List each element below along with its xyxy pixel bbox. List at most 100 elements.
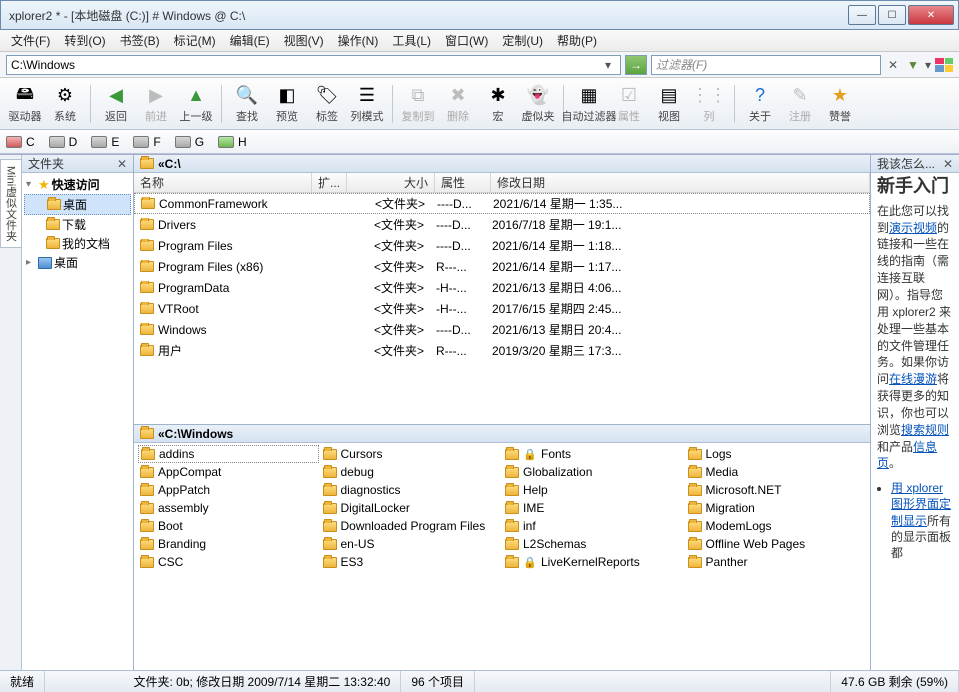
toolbar-标签[interactable]: 🏷标签 xyxy=(308,81,346,127)
menu-1[interactable]: 转到(O) xyxy=(57,30,112,51)
grid-item[interactable]: Boot xyxy=(138,517,319,535)
grid-item[interactable]: Panther xyxy=(686,553,867,571)
grid-item[interactable]: Cursors xyxy=(321,445,502,463)
help-close-icon[interactable]: ✕ xyxy=(943,157,953,171)
toolbar-上一级[interactable]: ▲上一级 xyxy=(177,81,215,127)
toolbar-赞誉[interactable]: ★赞誉 xyxy=(821,81,859,127)
grid-item[interactable]: inf xyxy=(503,517,684,535)
close-button[interactable]: ✕ xyxy=(908,5,954,25)
menu-5[interactable]: 视图(V) xyxy=(277,30,331,51)
grid-item[interactable]: AppPatch xyxy=(138,481,319,499)
tree-item-downloads[interactable]: 下载 xyxy=(24,215,131,234)
menu-10[interactable]: 帮助(P) xyxy=(550,30,604,51)
tree-desktop-root[interactable]: ▸ 桌面 xyxy=(24,253,131,272)
grid-item[interactable]: assembly xyxy=(138,499,319,517)
list-row[interactable]: 用户<文件夹>R---...2019/3/20 星期三 17:3... xyxy=(134,340,870,361)
address-input[interactable]: C:\Windows ▾ xyxy=(6,55,621,75)
grid-item[interactable]: 🔒LiveKernelReports xyxy=(503,553,684,571)
grid-item[interactable]: ES3 xyxy=(321,553,502,571)
grid-item[interactable]: Globalization xyxy=(503,463,684,481)
col-ext[interactable]: 扩... xyxy=(312,173,347,192)
toolbar-查找[interactable]: 🔍查找 xyxy=(228,81,266,127)
twister-icon[interactable]: ▾ xyxy=(26,179,36,190)
toolbar-返回[interactable]: ◀返回 xyxy=(97,81,135,127)
grid-item[interactable]: en-US xyxy=(321,535,502,553)
toolbar-视图[interactable]: ▤视图 xyxy=(650,81,688,127)
toolbar-列模式[interactable]: ☰列模式 xyxy=(348,81,386,127)
list-row[interactable]: Drivers<文件夹>----D...2016/7/18 星期一 19:1..… xyxy=(134,214,870,235)
toolbar-预览[interactable]: ◧预览 xyxy=(268,81,306,127)
minimize-button[interactable]: — xyxy=(848,5,876,25)
drive-E[interactable]: E xyxy=(91,135,119,149)
color-swatch-icon[interactable] xyxy=(935,58,953,72)
clear-filter-icon[interactable]: ✕ xyxy=(885,57,901,73)
grid-item[interactable]: Branding xyxy=(138,535,319,553)
funnel-dropdown-icon[interactable]: ▾ xyxy=(925,58,931,72)
toolbar-虚似夹[interactable]: 👻虚似夹 xyxy=(519,81,557,127)
toolbar-自动过滤器[interactable]: ▦自动过滤器 xyxy=(570,81,608,127)
desktop-icon xyxy=(38,257,52,269)
grid-item[interactable]: AppCompat xyxy=(138,463,319,481)
grid-item[interactable]: Help xyxy=(503,481,684,499)
grid-item[interactable]: Logs xyxy=(686,445,867,463)
list-row[interactable]: Program Files<文件夹>----D...2021/6/14 星期一 … xyxy=(134,235,870,256)
funnel-icon[interactable]: ▼ xyxy=(905,58,921,72)
toolbar-宏[interactable]: ✱宏 xyxy=(479,81,517,127)
grid-item[interactable]: CSC xyxy=(138,553,319,571)
drive-H[interactable]: H xyxy=(218,135,247,149)
menu-0[interactable]: 文件(F) xyxy=(4,30,57,51)
help-link-demo[interactable]: 演示视频 xyxy=(889,221,937,235)
grid-item[interactable]: Offline Web Pages xyxy=(686,535,867,553)
tree-quick-access[interactable]: ▾ ★ 快速访问 xyxy=(24,175,131,194)
grid-item[interactable]: diagnostics xyxy=(321,481,502,499)
upper-list-body[interactable]: CommonFramework<文件夹>----D...2021/6/14 星期… xyxy=(134,193,870,424)
menu-7[interactable]: 工具(L) xyxy=(385,30,438,51)
twister-icon[interactable]: ▸ xyxy=(26,257,36,268)
col-attr[interactable]: 属性 xyxy=(435,173,491,192)
maximize-button[interactable]: ☐ xyxy=(878,5,906,25)
list-row[interactable]: Program Files (x86)<文件夹>R---...2021/6/14… xyxy=(134,256,870,277)
list-row[interactable]: CommonFramework<文件夹>----D...2021/6/14 星期… xyxy=(134,193,870,214)
col-size[interactable]: 大小 xyxy=(347,173,435,192)
drive-F[interactable]: F xyxy=(133,135,160,149)
drive-G[interactable]: G xyxy=(175,135,204,149)
address-dropdown-icon[interactable]: ▾ xyxy=(600,58,616,72)
grid-item[interactable]: Media xyxy=(686,463,867,481)
grid-item[interactable]: debug xyxy=(321,463,502,481)
col-name[interactable]: 名称 xyxy=(134,173,312,192)
tree-item-desktop[interactable]: 桌面 xyxy=(24,194,131,215)
menu-4[interactable]: 编辑(E) xyxy=(223,30,277,51)
menu-6[interactable]: 操作(N) xyxy=(331,30,386,51)
menu-3[interactable]: 标记(M) xyxy=(167,30,223,51)
help-link-tour[interactable]: 在线漫游 xyxy=(889,372,937,386)
grid-item[interactable]: Microsoft.NET xyxy=(686,481,867,499)
toolbar-系统[interactable]: ⚙系统 xyxy=(46,81,84,127)
toolbar-关于[interactable]: ?关于 xyxy=(741,81,779,127)
menu-8[interactable]: 窗口(W) xyxy=(438,30,495,51)
tree-close-icon[interactable]: ✕ xyxy=(117,157,127,171)
grid-item[interactable]: addins xyxy=(138,445,319,463)
lower-grid-body[interactable]: addinsAppCompatAppPatchassemblyBootBrand… xyxy=(134,443,870,670)
col-mdate[interactable]: 修改日期 xyxy=(491,173,870,192)
drive-D[interactable]: D xyxy=(49,135,78,149)
filter-input[interactable]: 过滤器(F) xyxy=(651,55,881,75)
menu-2[interactable]: 书签(B) xyxy=(113,30,167,51)
list-row[interactable]: VTRoot<文件夹>-H--...2017/6/15 星期四 2:45... xyxy=(134,298,870,319)
list-row[interactable]: ProgramData<文件夹>-H--...2021/6/13 星期日 4:0… xyxy=(134,277,870,298)
grid-item[interactable]: DigitalLocker xyxy=(321,499,502,517)
grid-item[interactable]: L2Schemas xyxy=(503,535,684,553)
menu-9[interactable]: 定制(U) xyxy=(495,30,550,51)
grid-item[interactable]: 🔒Fonts xyxy=(503,445,684,463)
tree-body[interactable]: ▾ ★ 快速访问 桌面 下载 我的文档 ▸ 桌面 xyxy=(22,173,133,670)
grid-item[interactable]: Migration xyxy=(686,499,867,517)
grid-item[interactable]: ModemLogs xyxy=(686,517,867,535)
mini-virtual-folder-tab[interactable]: Mini虚似文件夹 xyxy=(0,159,22,248)
grid-item[interactable]: Downloaded Program Files xyxy=(321,517,502,535)
tree-item-documents[interactable]: 我的文档 xyxy=(24,234,131,253)
list-row[interactable]: Windows<文件夹>----D...2021/6/13 星期日 20:4..… xyxy=(134,319,870,340)
help-link-search[interactable]: 搜索规则 xyxy=(901,423,949,437)
grid-item[interactable]: IME xyxy=(503,499,684,517)
toolbar-驱动器[interactable]: 🖴驱动器 xyxy=(6,81,44,127)
go-button[interactable]: → xyxy=(625,55,647,75)
drive-C[interactable]: C xyxy=(6,135,35,149)
